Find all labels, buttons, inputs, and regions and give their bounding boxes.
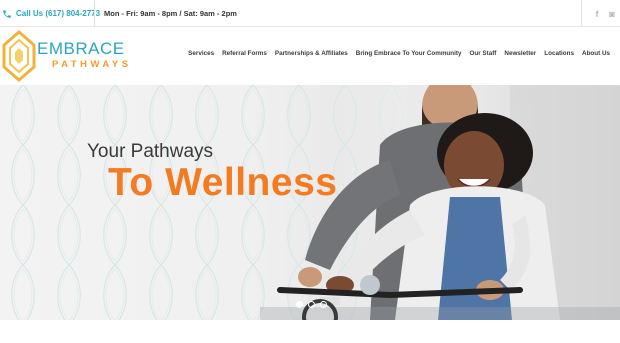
slider-dot-2[interactable] <box>308 301 315 308</box>
call-us-link[interactable]: Call Us (617) 804-2773 <box>0 0 100 27</box>
nav-referral-forms[interactable]: Referral Forms <box>222 50 267 57</box>
topbar-divider <box>581 0 582 27</box>
logo-text-embrace: EMBRACE <box>37 39 125 58</box>
hero-title: To Wellness <box>108 161 338 204</box>
hero-banner: Your Pathways To Wellness <box>0 85 620 320</box>
slider-dot-3[interactable] <box>320 301 327 308</box>
business-hours: Mon - Fri: 9am - 8pm / Sat: 9am - 2pm <box>104 9 237 18</box>
page-content-area <box>0 320 620 343</box>
nav-services[interactable]: Services <box>188 50 214 57</box>
top-bar: Call Us (617) 804-2773 Mon - Fri: 9am - … <box>0 0 620 27</box>
nav-partnerships-affiliates[interactable]: Partnerships & Affiliates <box>275 50 348 57</box>
instagram-link[interactable]: ◙ <box>605 0 619 27</box>
site-header: EMBRACE PATHWAYS Services Referral Forms… <box>0 27 620 85</box>
facebook-icon: f <box>595 8 599 19</box>
logo-text-pathways: PATHWAYS <box>52 59 132 70</box>
logo[interactable]: EMBRACE PATHWAYS <box>0 30 130 82</box>
topbar-divider <box>94 0 95 27</box>
slider-dot-1[interactable] <box>296 301 303 308</box>
phone-icon <box>3 9 11 18</box>
slider-dots <box>296 301 327 308</box>
facebook-link[interactable]: f <box>590 0 604 27</box>
instagram-icon: ◙ <box>609 8 615 19</box>
nav-bring-embrace[interactable]: Bring Embrace To Your Community <box>356 50 462 57</box>
nav-our-staff[interactable]: Our Staff <box>469 50 496 57</box>
main-nav: Services Referral Forms Partnerships & A… <box>188 50 610 57</box>
nav-newsletter[interactable]: Newsletter <box>504 50 536 57</box>
nav-locations[interactable]: Locations <box>544 50 574 57</box>
nav-about-us[interactable]: About Us <box>582 50 610 57</box>
call-us-text: Call Us (617) 804-2773 <box>16 9 101 18</box>
logo-mark-icon <box>2 30 36 82</box>
hero-subtitle: Your Pathways <box>87 141 214 162</box>
